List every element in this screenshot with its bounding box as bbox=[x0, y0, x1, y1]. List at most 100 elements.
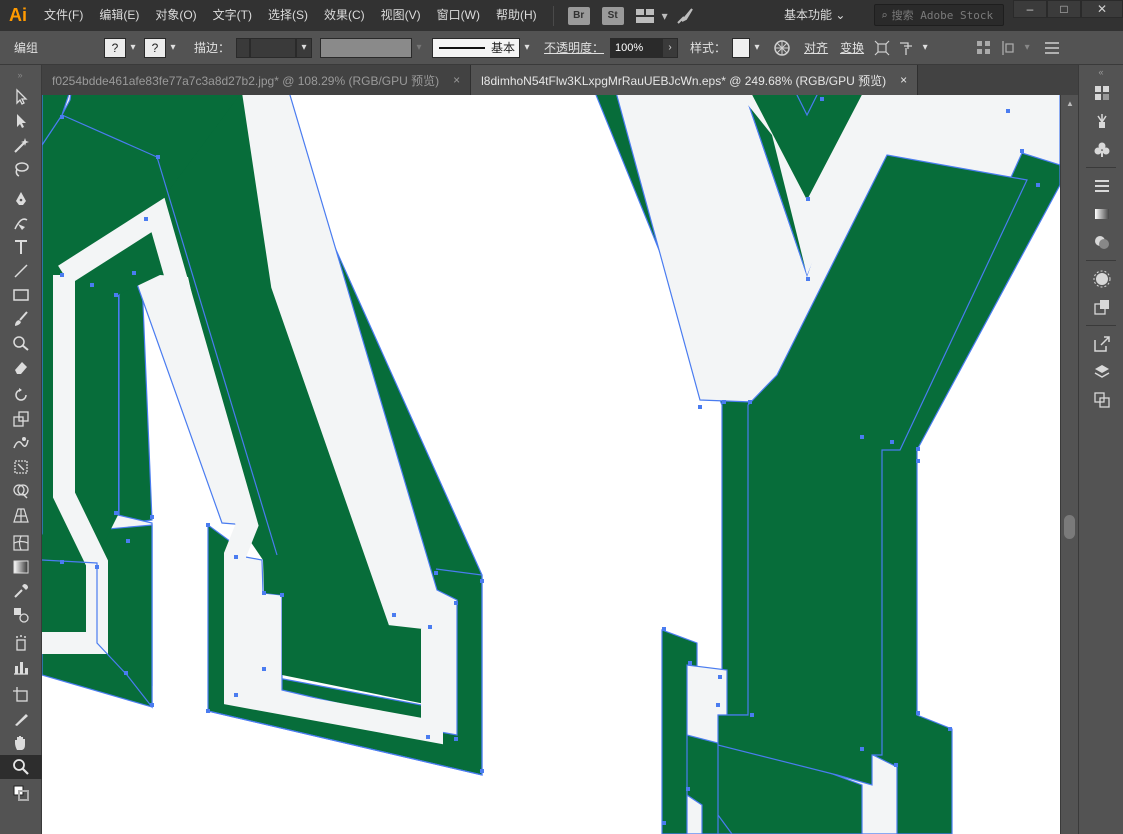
menu-window[interactable]: 窗口(W) bbox=[429, 0, 488, 31]
free-transform-tool-icon[interactable] bbox=[0, 455, 42, 479]
opacity-label[interactable]: 不透明度： bbox=[538, 39, 610, 56]
gradient-panel-icon[interactable] bbox=[1079, 200, 1123, 228]
artboard-canvas[interactable] bbox=[42, 95, 1060, 834]
arrange-documents-icon[interactable] bbox=[634, 5, 656, 27]
isolate-selected-icon[interactable] bbox=[870, 36, 894, 60]
fill-stroke-swatches-icon[interactable] bbox=[0, 781, 42, 805]
line-segment-tool-icon[interactable] bbox=[0, 259, 42, 283]
rotate-tool-icon[interactable] bbox=[0, 383, 42, 407]
toolbar-collapse-handle[interactable]: » bbox=[0, 65, 41, 85]
export-panel-icon[interactable] bbox=[1079, 330, 1123, 358]
brush-definition[interactable]: 基本 bbox=[432, 37, 521, 58]
menu-object[interactable]: 对象(O) bbox=[147, 0, 204, 31]
graphic-styles-panel-icon[interactable] bbox=[1079, 293, 1123, 321]
menu-select[interactable]: 选择(S) bbox=[260, 0, 316, 31]
eraser-tool-icon[interactable] bbox=[0, 355, 42, 379]
chevron-right-icon[interactable]: › bbox=[662, 37, 679, 58]
tab-label: l8dimhoN54tFlw3KLxpgMrRauUEBJcWn.eps* @ … bbox=[481, 73, 887, 88]
opacity-input[interactable]: 100% bbox=[610, 37, 663, 58]
magic-wand-tool-icon[interactable] bbox=[0, 133, 42, 157]
rectangle-tool-icon[interactable] bbox=[0, 283, 42, 307]
puppet-warp-icon[interactable] bbox=[894, 36, 918, 60]
curvature-tool-icon[interactable] bbox=[0, 211, 42, 235]
direct-selection-tool-icon[interactable] bbox=[0, 109, 42, 133]
chevron-down-icon: ⌄ bbox=[835, 8, 846, 22]
stock-button[interactable]: St bbox=[601, 6, 624, 25]
recolor-artwork-icon[interactable] bbox=[770, 36, 794, 60]
tab-document-jpg[interactable]: f0254bdde461afe83fe77a7c3a8d27b2.jpg* @ … bbox=[42, 65, 472, 95]
menu-help[interactable]: 帮助(H) bbox=[488, 0, 545, 31]
selection-tool-icon[interactable] bbox=[0, 85, 42, 109]
graphic-style-swatch[interactable] bbox=[732, 37, 751, 58]
artwork-ny-letters[interactable] bbox=[42, 95, 1060, 834]
perspective-grid-tool-icon[interactable] bbox=[0, 503, 42, 527]
zoom-tool-icon[interactable] bbox=[0, 755, 42, 779]
menu-type[interactable]: 文字(T) bbox=[205, 0, 260, 31]
chevron-down-icon[interactable]: ▾ bbox=[296, 37, 313, 58]
chevron-down-icon[interactable]: ▾ bbox=[750, 38, 764, 58]
chevron-down-icon[interactable]: ▾ bbox=[126, 38, 140, 58]
stroke-weight-stepper[interactable] bbox=[236, 37, 251, 58]
transparency-panel-icon[interactable] bbox=[1079, 228, 1123, 256]
hand-tool-icon[interactable] bbox=[0, 731, 42, 755]
fill-swatch[interactable]: ? bbox=[104, 37, 126, 58]
stroke-weight-input[interactable] bbox=[250, 37, 297, 58]
scale-tool-icon[interactable] bbox=[0, 407, 42, 431]
align-button[interactable]: 对齐 bbox=[798, 39, 834, 56]
chevron-down-icon[interactable]: ▾ bbox=[918, 38, 932, 58]
slice-tool-icon[interactable] bbox=[0, 707, 42, 731]
gradient-tool-icon[interactable] bbox=[0, 555, 42, 579]
warp-tool-icon[interactable] bbox=[0, 431, 42, 455]
chevron-down-icon[interactable]: ▾ bbox=[1020, 38, 1034, 58]
menu-file[interactable]: 文件(F) bbox=[36, 0, 91, 31]
type-tool-icon[interactable] bbox=[0, 235, 42, 259]
close-icon[interactable]: × bbox=[900, 73, 907, 87]
distribute-icon[interactable] bbox=[996, 36, 1020, 60]
panel-menu-icon[interactable] bbox=[1040, 36, 1064, 60]
libraries-panel-icon[interactable] bbox=[1079, 79, 1123, 107]
menu-view[interactable]: 视图(V) bbox=[373, 0, 429, 31]
close-window-button[interactable]: ✕ bbox=[1081, 0, 1123, 18]
symbols-panel-icon[interactable] bbox=[1079, 135, 1123, 163]
artboard-tool-icon[interactable] bbox=[0, 683, 42, 707]
vertical-scrollbar[interactable]: ▲ bbox=[1060, 95, 1078, 834]
shape-builder-tool-icon[interactable] bbox=[0, 479, 42, 503]
transform-button[interactable]: 变换 bbox=[834, 39, 870, 56]
app-logo: Ai bbox=[9, 5, 27, 25]
appearance-panel-icon[interactable] bbox=[1079, 265, 1123, 293]
eyedropper-tool-icon[interactable] bbox=[0, 579, 42, 603]
scroll-up-arrow-icon[interactable]: ▲ bbox=[1061, 95, 1079, 111]
stroke-panel-icon[interactable] bbox=[1079, 172, 1123, 200]
brushes-panel-icon[interactable] bbox=[1079, 107, 1123, 135]
chevron-down-icon[interactable]: ▾ bbox=[166, 38, 180, 58]
panel-arrange-icon[interactable] bbox=[972, 36, 996, 60]
maximize-button[interactable]: □ bbox=[1047, 0, 1081, 18]
panel-expand-handle[interactable]: « bbox=[1079, 65, 1123, 79]
chevron-down-icon[interactable]: ▾ bbox=[520, 38, 534, 58]
blend-tool-icon[interactable] bbox=[0, 603, 42, 627]
menu-effect[interactable]: 效果(C) bbox=[316, 0, 373, 31]
workspace-switcher[interactable]: 基本功能 ⌄ bbox=[774, 4, 855, 27]
chevron-down-icon: ▾ bbox=[416, 42, 422, 53]
close-icon[interactable]: × bbox=[453, 73, 460, 87]
artboards-panel-icon[interactable] bbox=[1079, 386, 1123, 414]
shaper-tool-icon[interactable] bbox=[0, 331, 42, 355]
menu-edit[interactable]: 编辑(E) bbox=[91, 0, 147, 31]
lasso-tool-icon[interactable] bbox=[0, 157, 42, 181]
minimize-button[interactable]: – bbox=[1013, 0, 1047, 18]
adobe-stock-search[interactable]: ⌕ 搜索 Adobe Stock bbox=[874, 4, 1004, 26]
paintbrush-tool-icon[interactable] bbox=[0, 307, 42, 331]
layers-panel-icon[interactable] bbox=[1079, 358, 1123, 386]
mesh-tool-icon[interactable] bbox=[0, 531, 42, 555]
variable-width-profile[interactable] bbox=[320, 37, 413, 58]
stroke-swatch[interactable]: ? bbox=[144, 37, 166, 58]
tab-document-eps[interactable]: l8dimhoN54tFlw3KLxpgMrRauUEBJcWn.eps* @ … bbox=[471, 65, 919, 95]
gpu-performance-icon[interactable] bbox=[674, 5, 696, 27]
bridge-button[interactable]: Br bbox=[567, 6, 590, 25]
document-tabs: f0254bdde461afe83fe77a7c3a8d27b2.jpg* @ … bbox=[42, 65, 1078, 95]
scrollbar-thumb[interactable] bbox=[1064, 515, 1075, 539]
chevron-down-icon[interactable]: ▾ bbox=[660, 5, 670, 27]
pen-tool-icon[interactable] bbox=[0, 187, 42, 211]
column-graph-tool-icon[interactable] bbox=[0, 655, 42, 679]
symbol-sprayer-tool-icon[interactable] bbox=[0, 631, 42, 655]
